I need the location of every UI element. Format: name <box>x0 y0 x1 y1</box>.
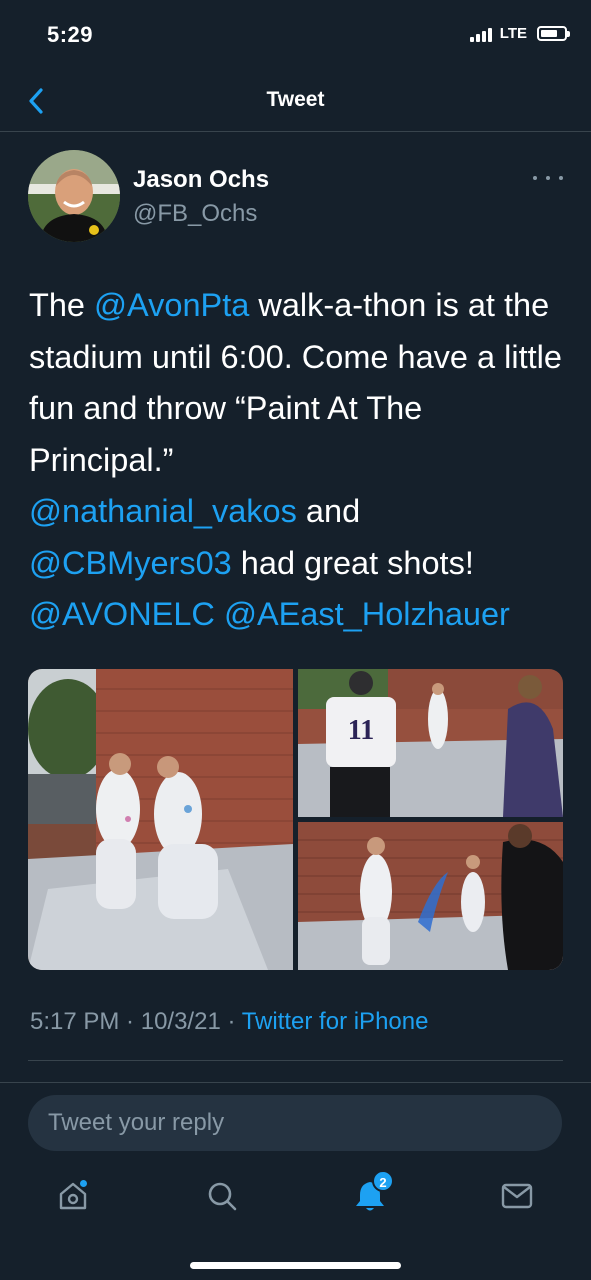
notifications-badge: 2 <box>372 1170 394 1192</box>
tab-messages[interactable] <box>497 1176 537 1216</box>
author-handle[interactable]: @FB_Ochs <box>133 200 257 228</box>
signal-icon <box>469 26 492 42</box>
status-indicators: LTE <box>469 25 570 42</box>
network-type: LTE <box>499 25 527 42</box>
home-new-indicator <box>78 1178 89 1189</box>
tweet-text-segment: The <box>29 287 95 323</box>
tweet-photo-1[interactable] <box>28 669 293 970</box>
home-indicator <box>190 1262 401 1269</box>
tweet-meta: 5:17 PM · 10/3/21 · Twitter for iPhone <box>30 1008 429 1035</box>
tab-home[interactable] <box>53 1176 93 1216</box>
status-bar: 5:29 LTE <box>0 0 591 70</box>
tweet-time: 5:17 PM <box>30 1008 120 1035</box>
mention-link[interactable]: @AvonPta <box>94 287 249 323</box>
status-time: 5:29 <box>47 22 94 47</box>
page-title: Tweet <box>266 88 325 111</box>
mention-link[interactable]: @CBMyers03 <box>29 545 232 581</box>
nav-bar: Tweet <box>0 70 591 132</box>
avatar[interactable] <box>28 150 120 242</box>
mention-link[interactable]: @AEast_Holzhauer <box>224 596 510 632</box>
tweet-photo-2[interactable]: 11 <box>298 669 563 817</box>
reply-bar: Tweet your reply <box>0 1082 591 1162</box>
tab-search[interactable] <box>202 1176 242 1216</box>
mail-icon <box>501 1183 533 1209</box>
tweet-text: The @AvonPta walk-a-thon is at the stadi… <box>29 280 569 641</box>
reply-input[interactable]: Tweet your reply <box>28 1095 562 1151</box>
tweet-media-grid: 11 <box>28 669 563 970</box>
tweet-text-segment: and <box>296 493 361 529</box>
more-icon[interactable] <box>533 168 563 188</box>
divider <box>28 1060 563 1061</box>
search-icon <box>208 1182 237 1211</box>
tweet-photo-3[interactable] <box>298 822 563 970</box>
battery-icon <box>537 26 570 41</box>
author-name[interactable]: Jason Ochs <box>133 166 269 194</box>
tweet-date: 10/3/21 <box>140 1008 221 1035</box>
mention-link[interactable]: @nathanial_vakos <box>29 493 297 529</box>
tweet-source[interactable]: Twitter for iPhone <box>242 1008 429 1035</box>
mention-link[interactable]: @AVONELC <box>29 596 215 632</box>
jersey-number: 11 <box>348 715 374 746</box>
tab-notifications[interactable]: 2 <box>350 1170 394 1216</box>
tweet-text-segment <box>215 596 224 632</box>
tweet-text-segment: had great shots! <box>231 544 474 581</box>
